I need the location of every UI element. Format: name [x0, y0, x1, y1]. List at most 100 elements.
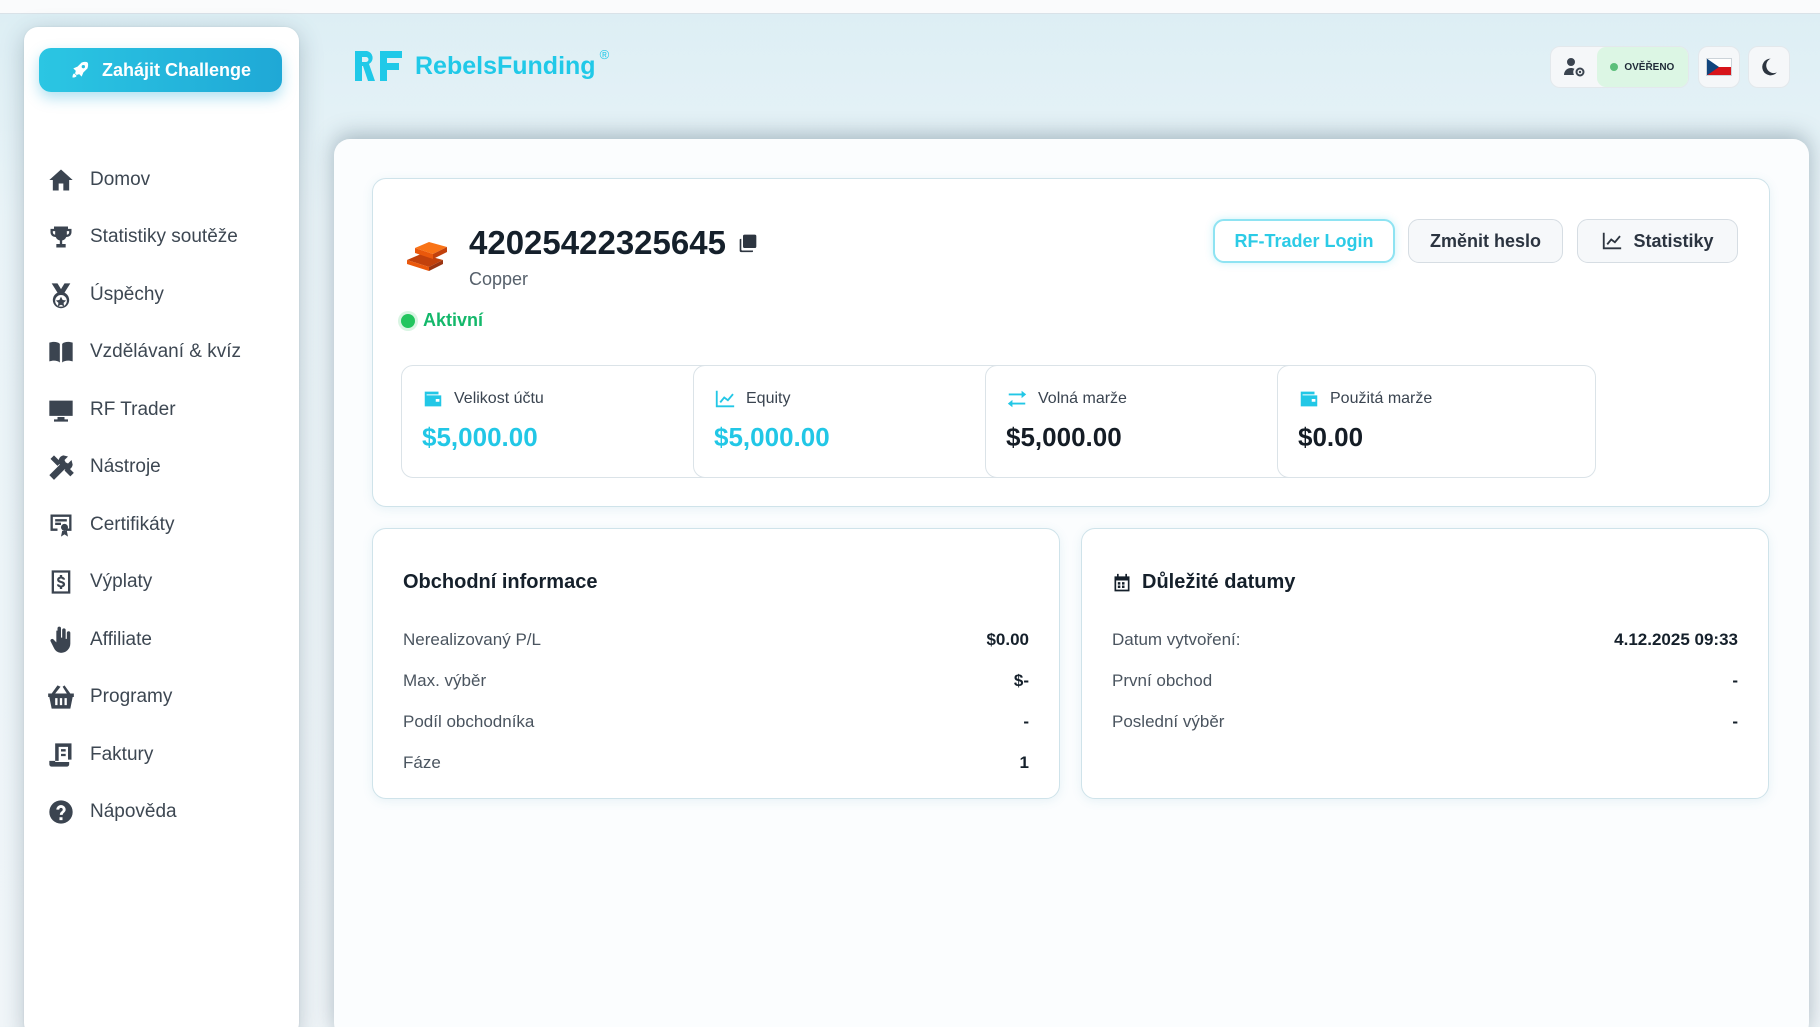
- sidebar-item-label: Statistiky soutěže: [90, 226, 238, 248]
- account-size-value: $5,000.00: [422, 422, 538, 452]
- equity-value: $5,000.00: [714, 422, 830, 452]
- sidebar-item-payouts[interactable]: Výplaty: [24, 554, 299, 612]
- status-label: Aktivní: [423, 310, 484, 330]
- sidebar-item-home[interactable]: Domov: [24, 151, 299, 209]
- sidebar-item-certificates[interactable]: Certifikáty: [24, 496, 299, 554]
- brand-name: RebelsFunding: [415, 51, 596, 80]
- info-key: První obchod: [1112, 670, 1213, 690]
- home-icon: [46, 165, 76, 195]
- free-margin-value: $5,000.00: [1006, 422, 1122, 452]
- user-settings-button[interactable]: [1551, 47, 1597, 87]
- wallet-icon: [424, 391, 442, 407]
- sidebar-item-label: Nápověda: [90, 801, 177, 823]
- sidebar-item-label: Certifikáty: [90, 513, 175, 535]
- chart-line-icon: [715, 390, 735, 408]
- change-password-button[interactable]: Změnit heslo: [1408, 219, 1563, 263]
- user-gear-icon: [1563, 58, 1585, 77]
- main-panel: 42025422325645 Copper Aktivní RF-Trader …: [334, 139, 1809, 1027]
- info-key: Poslední výběr: [1112, 711, 1225, 731]
- sidebar-item-label: RF Trader: [90, 398, 176, 420]
- info-value: 4.12.2025 09:33: [1614, 629, 1738, 649]
- sidebar-item-rf-trader[interactable]: RF Trader: [24, 381, 299, 439]
- info-row: Podíl obchodníka -: [403, 701, 1029, 742]
- important-dates-card: Důležité datumy Datum vytvoření: 4.12.202…: [1081, 528, 1769, 799]
- wallet-icon: [1300, 391, 1318, 407]
- calendar-icon: [1114, 573, 1130, 591]
- sidebar: Zahájit Challenge Domov Statistiky soutě…: [24, 27, 299, 1027]
- start-challenge-label: Zahájit Challenge: [101, 59, 252, 80]
- info-key: Podíl obchodníka: [403, 711, 535, 731]
- sidebar-item-label: Úspěchy: [90, 283, 164, 305]
- used-margin-value: $0.00: [1298, 422, 1364, 452]
- exchange-arrows-icon: [1007, 390, 1027, 408]
- sidebar-item-achievements[interactable]: Úspěchy: [24, 266, 299, 324]
- rebelsfunding-logo-icon: [355, 51, 402, 81]
- czech-flag-icon: [1706, 58, 1732, 76]
- sidebar-item-label: Programy: [90, 686, 173, 708]
- start-challenge-button[interactable]: Zahájit Challenge: [39, 48, 282, 92]
- browser-top-bar: [0, 0, 1820, 14]
- sidebar-item-label: Nástroje: [90, 456, 161, 478]
- status-dot: [401, 313, 415, 328]
- sidebar-item-label: Vzdělávaní & kvíz: [90, 341, 242, 363]
- tools-icon: [46, 452, 76, 482]
- payout-icon: [46, 567, 76, 597]
- important-dates-header: Důležité datumy: [1112, 571, 1295, 594]
- info-value: -: [1732, 711, 1738, 731]
- free-margin-card: Volná marže $5,000.00: [985, 365, 1304, 478]
- verified-label: OVĚŘENO: [1624, 61, 1675, 73]
- info-value: $0.00: [986, 629, 1029, 649]
- verified-dot: [1610, 63, 1619, 71]
- hand-icon: [46, 625, 76, 655]
- brand-logo[interactable]: RebelsFunding ®: [353, 46, 615, 83]
- theme-toggle[interactable]: [1748, 46, 1790, 88]
- account-tier: Copper: [469, 269, 529, 289]
- account-number-text: 42025422325645: [469, 224, 726, 261]
- account-number: 42025422325645: [469, 224, 758, 262]
- language-switcher[interactable]: [1698, 46, 1740, 88]
- monitor-icon: [46, 395, 76, 425]
- info-key: Fáze: [403, 752, 441, 772]
- sidebar-item-competition-stats[interactable]: Statistiky soutěže: [24, 209, 299, 267]
- sidebar-item-invoices[interactable]: Faktury: [24, 726, 299, 784]
- trading-info-card: Obchodní informace Nerealizovaný P/L $0.0…: [372, 528, 1060, 799]
- sidebar-item-help[interactable]: Nápověda: [24, 784, 299, 842]
- chart-line-icon: [1603, 232, 1622, 250]
- equity-card: Equity $5,000.00: [693, 365, 1012, 478]
- equity-label: Equity: [746, 390, 791, 407]
- rf-trader-login-button[interactable]: RF-Trader Login: [1213, 219, 1395, 263]
- sidebar-nav: Domov Statistiky soutěže Úspěchy Vzděláv…: [24, 151, 299, 841]
- sidebar-item-label: Affiliate: [90, 628, 152, 650]
- trading-info-title: Obchodní informace: [403, 571, 598, 593]
- free-margin-label: Volná marže: [1038, 390, 1127, 407]
- info-value: 1: [1019, 752, 1029, 772]
- sidebar-item-programs[interactable]: Programy: [24, 669, 299, 727]
- info-row: Poslední výběr -: [1112, 701, 1738, 742]
- info-row: Nerealizovaný P/L $0.00: [403, 619, 1029, 660]
- copy-icon[interactable]: [738, 233, 758, 253]
- statistics-button[interactable]: Statistiky: [1577, 219, 1738, 263]
- account-card: 42025422325645 Copper Aktivní RF-Trader …: [372, 178, 1770, 507]
- info-value: -: [1023, 711, 1029, 731]
- free-margin-header: Volná marže: [1006, 388, 1127, 410]
- rocket-icon: [72, 61, 89, 78]
- account-status-group: OVĚŘENO: [1550, 46, 1689, 88]
- info-row: První obchod -: [1112, 660, 1738, 701]
- sidebar-item-affiliate[interactable]: Affiliate: [24, 611, 299, 669]
- registered-mark: ®: [599, 46, 610, 62]
- sidebar-item-label: Výplaty: [90, 571, 153, 593]
- important-dates-rows: Datum vytvoření: 4.12.2025 09:33 První ob…: [1112, 619, 1738, 742]
- account-status: Aktivní: [401, 310, 483, 331]
- copper-bars-icon: [407, 242, 447, 271]
- trading-info-rows: Nerealizovaný P/L $0.00 Max. výběr $- Podí…: [403, 619, 1029, 783]
- info-key: Max. výběr: [403, 670, 487, 690]
- account-size-header: Velikost účtu: [422, 388, 544, 410]
- important-dates-title: Důležité datumy: [1142, 571, 1296, 593]
- statistics-label: Statistiky: [1633, 230, 1714, 251]
- sidebar-item-tools[interactable]: Nástroje: [24, 439, 299, 497]
- sidebar-item-education[interactable]: Vzdělávaní & kvíz: [24, 324, 299, 382]
- certificate-icon: [46, 510, 76, 540]
- medal-icon: [46, 280, 76, 310]
- moon-icon: [1762, 58, 1777, 76]
- info-value: $-: [1013, 670, 1029, 690]
